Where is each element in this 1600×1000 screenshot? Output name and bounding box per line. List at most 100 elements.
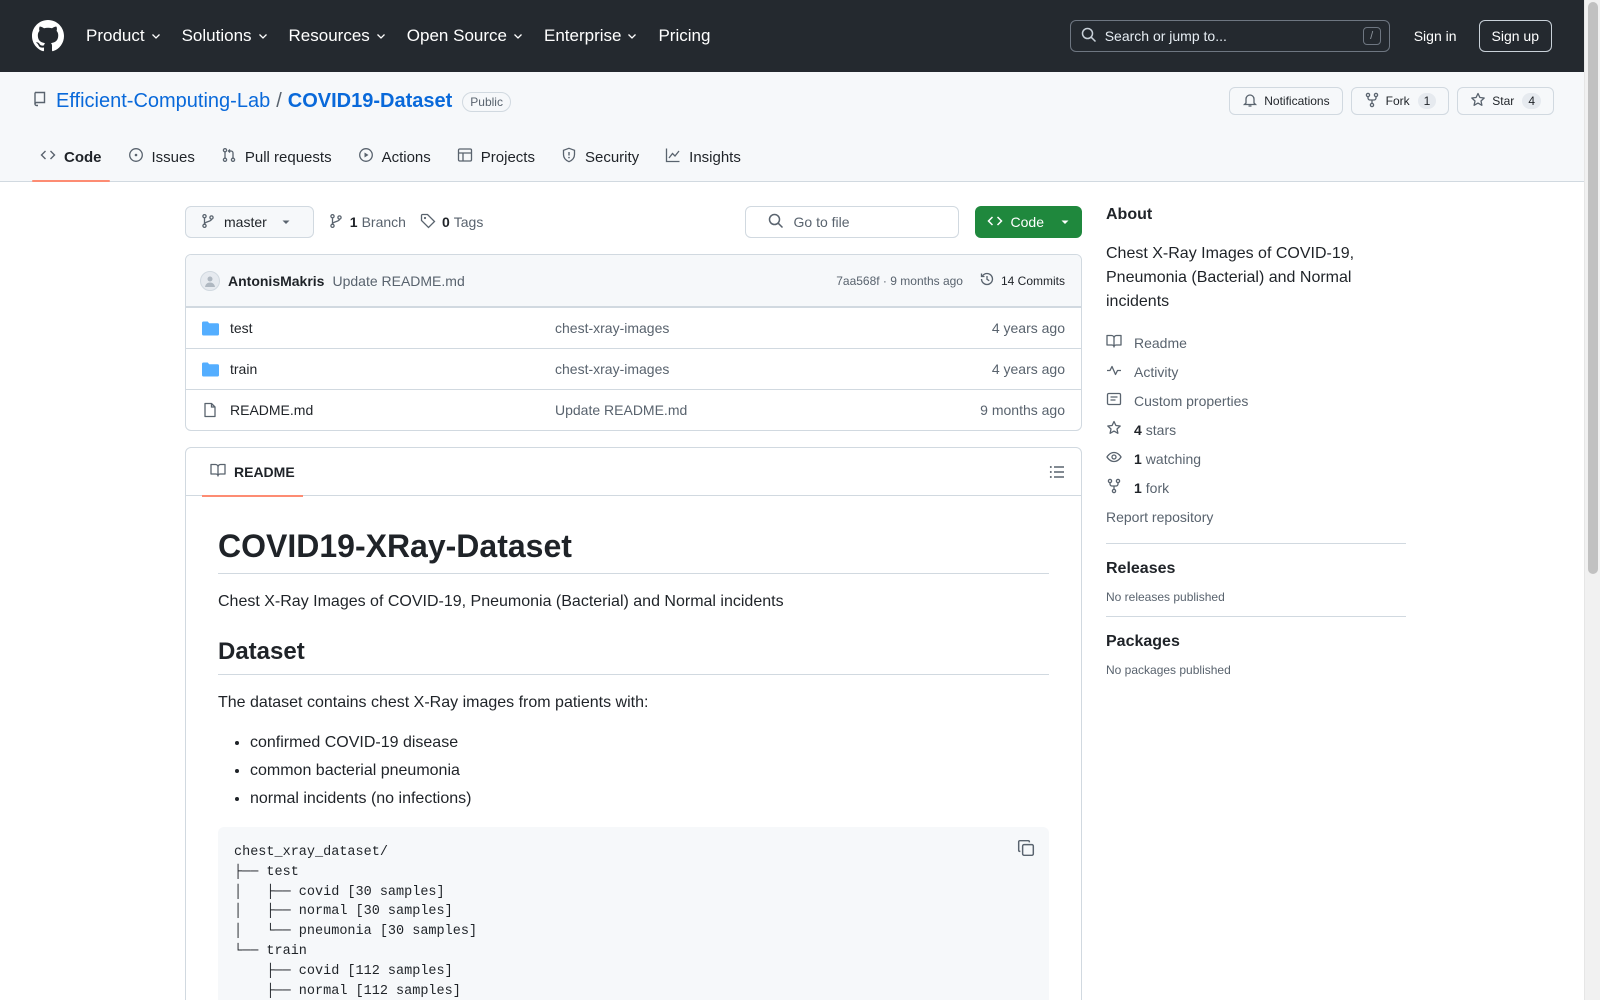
file-commit-message[interactable]: Update README.md bbox=[555, 402, 687, 418]
repo-title: Efficient-Computing-Lab / COVID19-Datase… bbox=[32, 90, 511, 113]
tab-issues-label: Issues bbox=[151, 148, 195, 166]
code-line: │ ├── covid [30 samples] bbox=[234, 884, 445, 900]
tab-issues[interactable]: Issues bbox=[120, 132, 203, 182]
main-content: master 1 Branch 0 Tags Go to file Code A… bbox=[185, 206, 1082, 1000]
repo-name-link[interactable]: COVID19-Dataset bbox=[288, 90, 453, 113]
fork-icon bbox=[1106, 478, 1134, 497]
repo-header: Efficient-Computing-Lab / COVID19-Datase… bbox=[0, 72, 1584, 182]
tab-insights[interactable]: Insights bbox=[657, 132, 749, 182]
stars-link[interactable]: 4 stars bbox=[1106, 415, 1406, 444]
file-name[interactable]: train bbox=[230, 361, 555, 377]
scrollbar-thumb[interactable] bbox=[1588, 2, 1598, 574]
bell-icon bbox=[1242, 92, 1264, 111]
about-heading: About bbox=[1106, 206, 1153, 223]
tab-code[interactable]: Code bbox=[32, 132, 110, 182]
readme-intro: Chest X-Ray Images of COVID-19, Pneumoni… bbox=[218, 593, 784, 610]
git-branch-icon bbox=[328, 213, 344, 232]
activity-link-label: Activity bbox=[1134, 363, 1179, 380]
tab-security[interactable]: Security bbox=[553, 132, 647, 182]
folder-icon bbox=[202, 362, 220, 377]
tab-projects-label: Projects bbox=[480, 148, 535, 166]
note-icon bbox=[1106, 391, 1134, 410]
go-to-file-input[interactable]: Go to file bbox=[744, 206, 959, 238]
readme-link-label: Readme bbox=[1134, 334, 1187, 351]
star-button[interactable]: Star 4 bbox=[1457, 87, 1554, 115]
file-name[interactable]: README.md bbox=[230, 402, 555, 418]
nav-solutions[interactable]: Solutions bbox=[182, 26, 269, 46]
readme-panel: README COVID19-XRay-Dataset Chest X-Ray … bbox=[185, 447, 1082, 1000]
tab-actions[interactable]: Actions bbox=[350, 132, 439, 182]
code-line: chest_xray_dataset/ bbox=[234, 845, 388, 860]
readme-link[interactable]: Readme bbox=[1106, 328, 1406, 357]
nav-open-source[interactable]: Open Source bbox=[407, 26, 524, 46]
commit-author-link[interactable]: AntonisMakris bbox=[228, 273, 324, 289]
code-dropdown-button[interactable]: Code bbox=[974, 206, 1082, 238]
readme-tab[interactable]: README bbox=[202, 448, 303, 497]
custom-properties-link[interactable]: Custom properties bbox=[1106, 386, 1406, 415]
code-line: ├── normal [112 samples] bbox=[234, 983, 461, 999]
commits-history-link[interactable]: 14 Commits bbox=[979, 271, 1065, 290]
report-repository-link[interactable]: Report repository bbox=[1106, 502, 1406, 531]
code-line: │ └── pneumonia [30 samples] bbox=[234, 924, 478, 940]
outline-list-icon[interactable] bbox=[1049, 464, 1065, 480]
stars-count: 4 bbox=[1134, 421, 1142, 438]
book-icon bbox=[1106, 333, 1134, 352]
nav-product[interactable]: Product bbox=[86, 26, 162, 46]
file-row[interactable]: train chest-xray-images 4 years ago bbox=[186, 348, 1081, 389]
history-icon bbox=[979, 271, 1001, 290]
repo-owner-link[interactable]: Efficient-Computing-Lab bbox=[56, 90, 270, 113]
branches-link[interactable]: 1 Branch bbox=[328, 213, 406, 232]
avatar[interactable] bbox=[200, 270, 220, 291]
forks-link[interactable]: 1 fork bbox=[1106, 473, 1406, 502]
fork-button[interactable]: Fork 1 bbox=[1350, 87, 1450, 115]
file-commit-message[interactable]: chest-xray-images bbox=[555, 320, 669, 336]
repo-separator: / bbox=[276, 90, 282, 112]
fork-label: Fork bbox=[1385, 94, 1410, 108]
file-date: 4 years ago bbox=[991, 320, 1065, 336]
sign-up-button[interactable]: Sign up bbox=[1478, 20, 1552, 52]
page-scrollbar[interactable] bbox=[1584, 0, 1600, 1000]
copy-icon[interactable] bbox=[1017, 839, 1035, 857]
nav-resources[interactable]: Resources bbox=[289, 26, 387, 46]
notifications-button[interactable]: Notifications bbox=[1229, 87, 1343, 115]
tab-security-label: Security bbox=[584, 148, 640, 166]
nav-pricing[interactable]: Pricing bbox=[658, 26, 710, 46]
commits-count-label: 14 Commits bbox=[1000, 273, 1065, 288]
file-row[interactable]: test chest-xray-images 4 years ago bbox=[186, 307, 1081, 348]
activity-link[interactable]: Activity bbox=[1106, 357, 1406, 386]
commit-message-link[interactable]: Update README.md bbox=[332, 273, 464, 289]
file-commit-message[interactable]: chest-xray-images bbox=[555, 361, 669, 377]
play-icon bbox=[358, 147, 382, 167]
tab-pull-requests[interactable]: Pull requests bbox=[213, 132, 340, 182]
divider bbox=[1106, 543, 1406, 544]
github-logo-icon[interactable] bbox=[32, 20, 64, 52]
branch-count-label: Branch bbox=[361, 214, 406, 230]
fork-icon bbox=[1364, 92, 1386, 111]
file-name[interactable]: test bbox=[230, 320, 555, 336]
nav-enterprise[interactable]: Enterprise bbox=[544, 26, 638, 46]
pulse-icon bbox=[1106, 362, 1134, 381]
search-icon bbox=[1081, 27, 1097, 46]
releases-heading[interactable]: Releases bbox=[1106, 560, 1406, 578]
tab-projects[interactable]: Projects bbox=[449, 132, 543, 182]
go-to-file-placeholder: Go to file bbox=[793, 214, 850, 230]
watchers-link[interactable]: 1 watching bbox=[1106, 444, 1406, 473]
search-input[interactable]: Search or jump to... / bbox=[1069, 20, 1390, 52]
tab-actions-label: Actions bbox=[381, 148, 431, 166]
commit-hash-time[interactable]: 7aa568f · 9 months ago bbox=[836, 274, 963, 288]
tag-icon bbox=[420, 213, 436, 232]
repo-tabs: Code Issues Pull requests Actions Projec… bbox=[32, 132, 759, 182]
tags-link[interactable]: 0 Tags bbox=[420, 213, 483, 232]
nav-enterprise-label: Enterprise bbox=[543, 26, 622, 45]
graph-icon bbox=[665, 147, 689, 167]
fork-counter: 1 bbox=[1417, 93, 1437, 109]
chevron-down-icon bbox=[257, 30, 269, 42]
file-row[interactable]: README.md Update README.md 9 months ago bbox=[186, 389, 1081, 430]
book-icon bbox=[210, 462, 234, 481]
packages-heading[interactable]: Packages bbox=[1106, 633, 1406, 651]
sign-in-link[interactable]: Sign in bbox=[1414, 28, 1457, 44]
branch-count: 1 bbox=[349, 214, 358, 230]
nav-solutions-label: Solutions bbox=[181, 26, 252, 45]
list-item: confirmed COVID-19 disease bbox=[250, 731, 1049, 755]
branch-selector[interactable]: master bbox=[185, 206, 314, 238]
